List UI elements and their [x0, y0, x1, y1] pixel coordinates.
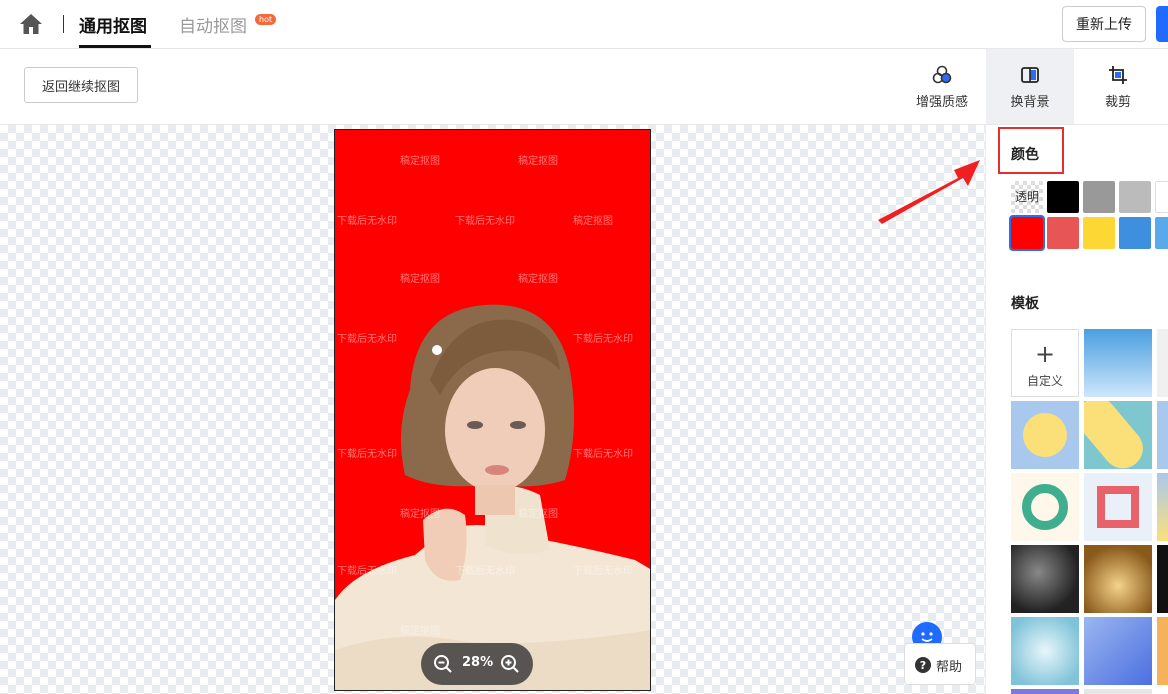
template-yellow-circle[interactable] — [1011, 401, 1079, 469]
back-to-cutout-button[interactable]: 返回继续抠图 — [24, 67, 138, 103]
watermark: 下载后无水印 — [455, 566, 515, 577]
divider — [63, 15, 64, 33]
top-bar: 通用抠图 自动抠图 hot 重新上传 — [0, 0, 1168, 49]
tool-background-label: 换背景 — [1010, 95, 1050, 110]
watermark: 下载后无水印 — [455, 216, 515, 227]
watermark: 稿定抠图 — [518, 274, 558, 285]
template-golden-light[interactable] — [1084, 545, 1152, 613]
template-black[interactable] — [1157, 545, 1168, 613]
swatch-black[interactable] — [1047, 181, 1079, 213]
template-blue-yellow[interactable] — [1157, 473, 1168, 541]
watermark: 稿定抠图 — [400, 274, 440, 285]
tool-bar: 返回继续抠图 增强质感 换背景 裁剪 — [0, 49, 1168, 125]
swatch-white[interactable] — [1155, 181, 1168, 213]
watermark: 下载后无水印 — [573, 334, 633, 345]
swatch-light-gray[interactable] — [1119, 181, 1151, 213]
watermark: 下载后无水印 — [573, 566, 633, 577]
zoom-control: 28% — [421, 643, 533, 685]
zoom-level: 28% — [462, 655, 494, 670]
watermark: 下载后无水印 — [337, 216, 397, 227]
tool-crop-label: 裁剪 — [1104, 95, 1131, 110]
template-blue[interactable] — [1157, 401, 1168, 469]
reupload-button[interactable]: 重新上传 — [1062, 6, 1146, 42]
hot-badge: hot — [255, 14, 277, 25]
tab-auto-cutout[interactable]: 自动抠图 — [179, 12, 247, 37]
tab-general-cutout[interactable]: 通用抠图 — [79, 12, 147, 37]
watermark: 稿定抠图 — [573, 216, 613, 227]
swatch-yellow[interactable] — [1083, 217, 1115, 249]
template-custom[interactable]: + 自定义 — [1011, 329, 1079, 397]
template-orange[interactable] — [1157, 617, 1168, 685]
watermark: 稿定抠图 — [518, 156, 558, 167]
svg-text:?: ? — [920, 659, 926, 672]
swatch-gray[interactable] — [1083, 181, 1115, 213]
background-icon — [1021, 67, 1039, 83]
template-red-square[interactable] — [1084, 473, 1152, 541]
enhance-icon — [932, 65, 952, 84]
watermark: 稿定抠图 — [518, 509, 558, 520]
watermark: 稿定抠图 — [400, 156, 440, 167]
tool-change-background[interactable]: 换背景 — [986, 49, 1074, 124]
question-icon: ? — [915, 657, 931, 673]
help-label: 帮助 — [936, 660, 963, 675]
edited-photo: 稿定抠图 稿定抠图 下载后无水印 下载后无水印 稿定抠图 稿定抠图 稿定抠图 下… — [334, 129, 651, 691]
tool-crop[interactable]: 裁剪 — [1074, 49, 1162, 124]
tool-enhance-label: 增强质感 — [915, 95, 968, 110]
canvas-area[interactable]: 稿定抠图 稿定抠图 下载后无水印 下载后无水印 稿定抠图 稿定抠图 稿定抠图 下… — [0, 125, 985, 694]
template-blue-gradient[interactable] — [1084, 617, 1152, 685]
annotation-highlight-box — [998, 127, 1064, 174]
tool-enhance[interactable]: 增强质感 — [898, 49, 986, 124]
watermark: 下载后无水印 — [337, 334, 397, 345]
zoom-out-icon[interactable] — [433, 654, 453, 674]
zoom-in-icon[interactable] — [500, 654, 520, 674]
swatch-red-selected[interactable] — [1009, 215, 1045, 251]
template-dark-silk[interactable] — [1011, 545, 1079, 613]
swatch-light-blue[interactable] — [1155, 217, 1168, 249]
download-button-edge[interactable] — [1156, 6, 1168, 42]
template-yellow-pill[interactable] — [1084, 401, 1152, 469]
watermark: 下载后无水印 — [337, 449, 397, 460]
swatch-blue[interactable] — [1119, 217, 1151, 249]
swatch-coral[interactable] — [1047, 217, 1079, 249]
active-tab-indicator — [79, 45, 151, 48]
crop-icon — [1109, 66, 1127, 84]
home-icon[interactable] — [18, 12, 44, 36]
watermark: 下载后无水印 — [337, 566, 397, 577]
plus-icon: + — [1034, 340, 1056, 368]
annotation-arrow-icon — [878, 160, 980, 224]
template-ice-burst[interactable] — [1011, 617, 1079, 685]
template-green-ring[interactable] — [1011, 473, 1079, 541]
template-gray[interactable] — [1084, 689, 1152, 694]
template-purple[interactable] — [1011, 689, 1079, 694]
swatch-transparent[interactable]: 透明 — [1011, 181, 1043, 213]
template-section-title: 模板 — [1011, 296, 1039, 312]
template-light[interactable] — [1157, 329, 1168, 397]
watermark: 下载后无水印 — [573, 449, 633, 460]
watermark: 稿定抠图 — [400, 626, 440, 637]
watermark: 稿定抠图 — [400, 509, 440, 520]
template-custom-label: 自定义 — [1026, 374, 1063, 388]
help-button[interactable]: ? 帮助 — [904, 643, 976, 685]
template-sky-gradient[interactable] — [1084, 329, 1152, 397]
